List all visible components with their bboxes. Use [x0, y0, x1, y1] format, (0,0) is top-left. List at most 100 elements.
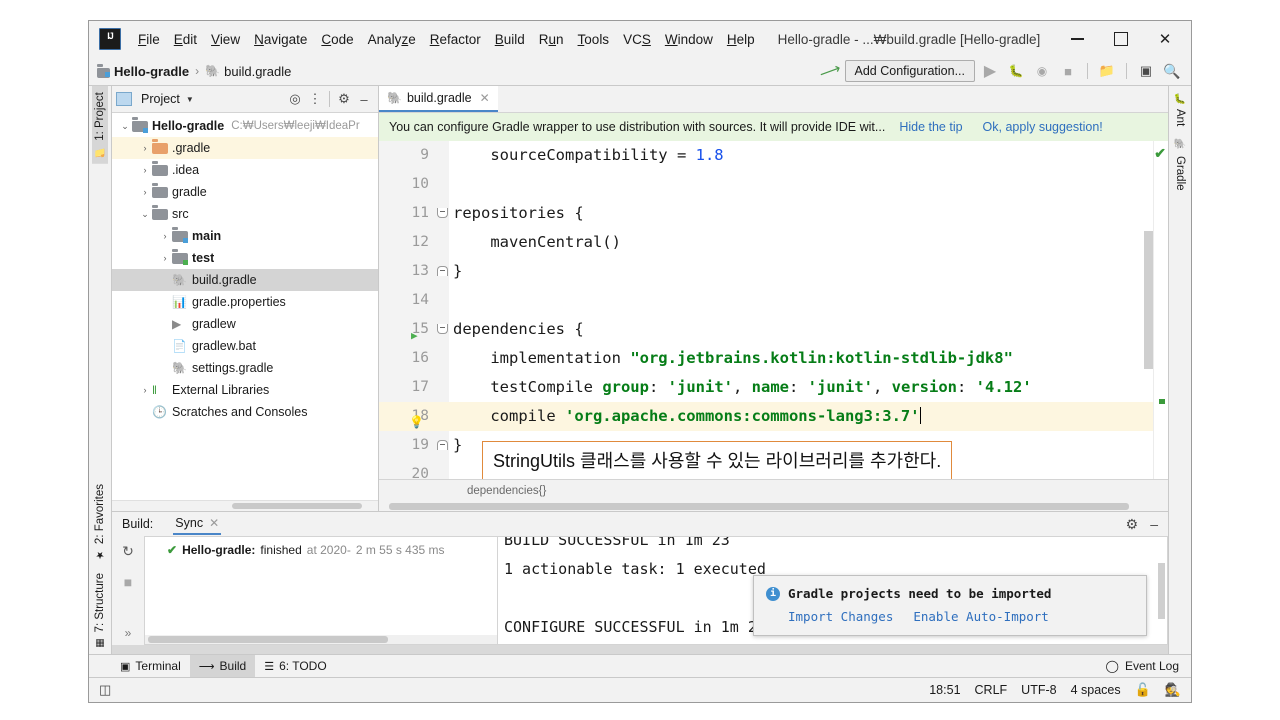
- chevron-right-icon[interactable]: ›: [138, 187, 152, 197]
- event-log-button[interactable]: ◯ Event Log: [1106, 659, 1191, 673]
- stop-icon[interactable]: ■: [124, 574, 132, 590]
- tree-node-build-gradle[interactable]: 🐘build.gradle: [112, 269, 378, 291]
- editor-breadcrumb-text[interactable]: dependencies{}: [467, 485, 546, 497]
- tree-node-gradlew-bat[interactable]: 📄gradlew.bat: [112, 335, 378, 357]
- menu-item-window[interactable]: Window: [658, 29, 720, 50]
- toggle-tool-window-icon[interactable]: ◫: [99, 682, 111, 698]
- code-line[interactable]: implementation "org.jetbrains.kotlin:kot…: [449, 344, 1153, 373]
- import-changes-link[interactable]: Import Changes: [788, 609, 893, 624]
- run-configuration-selector[interactable]: Add Configuration...: [845, 60, 976, 82]
- build-console[interactable]: BUILD SUCCESSFUL in 1m 231 actionable ta…: [497, 536, 1168, 645]
- tool-button-build[interactable]: ⟶ Build: [190, 655, 255, 677]
- menu-item-code[interactable]: Code: [314, 29, 360, 50]
- editor-vertical-scrollbar[interactable]: [1144, 231, 1153, 369]
- menu-item-view[interactable]: View: [204, 29, 247, 50]
- tree-node-gradlew[interactable]: ▶gradlew: [112, 313, 378, 335]
- settings-gear-icon[interactable]: ⚙: [334, 89, 354, 109]
- breadcrumb-file[interactable]: build.gradle: [224, 64, 291, 79]
- line-number-gutter[interactable]: 9101112131415▶161718💡1920: [379, 141, 435, 479]
- run-with-coverage-icon[interactable]: ◉: [1031, 61, 1053, 81]
- line-number[interactable]: 12: [379, 228, 435, 257]
- build-result-tree[interactable]: ✔ Hello-gradle: finished at 2020- 2 m 55…: [144, 536, 497, 645]
- build-console-footer-scrollbar[interactable]: [112, 645, 1168, 654]
- rerun-icon[interactable]: ↻: [122, 543, 134, 560]
- menu-item-analyze[interactable]: Analyze: [361, 29, 423, 50]
- project-tree[interactable]: ⌄Hello-gradleC:₩Users₩leeji₩IdeaPr›.grad…: [112, 113, 378, 500]
- tree-node-main[interactable]: ›main: [112, 225, 378, 247]
- code-viewport[interactable]: 9101112131415▶161718💡1920 sourceCompatib…: [379, 141, 1168, 479]
- tree-node-hello-gradle[interactable]: ⌄Hello-gradleC:₩Users₩leeji₩IdeaPr: [112, 115, 378, 137]
- code-line[interactable]: testCompile group: 'junit', name: 'junit…: [449, 373, 1153, 402]
- tree-node-external-libraries[interactable]: ›‖External Libraries: [112, 379, 378, 401]
- code-line[interactable]: [449, 170, 1153, 199]
- sidebar-item-ant[interactable]: 🐛 Ant: [1172, 86, 1188, 132]
- enable-auto-import-link[interactable]: Enable Auto-Import: [913, 609, 1048, 624]
- code-line[interactable]: repositories {: [449, 199, 1153, 228]
- tree-node-src[interactable]: ⌄src: [112, 203, 378, 225]
- hide-icon[interactable]: ‒: [1150, 516, 1158, 533]
- line-number[interactable]: 13: [379, 257, 435, 286]
- close-icon[interactable]: ✕: [480, 91, 490, 105]
- settings-gear-icon[interactable]: ⚙: [1126, 516, 1139, 533]
- line-number[interactable]: 18💡: [379, 402, 435, 431]
- tree-node-settings-gradle[interactable]: 🐘settings.gradle: [112, 357, 378, 379]
- line-number[interactable]: 16: [379, 344, 435, 373]
- code-line[interactable]: mavenCentral(): [449, 228, 1153, 257]
- status-encoding[interactable]: UTF-8: [1021, 683, 1056, 697]
- sidebar-item-project[interactable]: 📁 1: Project: [92, 86, 108, 164]
- chevron-right-icon[interactable]: ›: [138, 165, 152, 175]
- line-number[interactable]: 9: [379, 141, 435, 170]
- line-number[interactable]: 14: [379, 286, 435, 315]
- inspection-marker-strip[interactable]: ✔: [1153, 141, 1168, 479]
- gradle-import-notification[interactable]: i Gradle projects need to be imported Im…: [753, 575, 1147, 636]
- tree-node--idea[interactable]: ›.idea: [112, 159, 378, 181]
- code-line[interactable]: [449, 286, 1153, 315]
- fold-cell[interactable]: [435, 257, 449, 286]
- project-structure-icon[interactable]: 📁: [1096, 61, 1118, 81]
- locate-icon[interactable]: ◎: [285, 89, 305, 109]
- line-number[interactable]: 11: [379, 199, 435, 228]
- tree-node-gradle-properties[interactable]: 📊gradle.properties: [112, 291, 378, 313]
- build-hammer-icon[interactable]: ⟶: [816, 58, 844, 84]
- menu-item-navigate[interactable]: Navigate: [247, 29, 314, 50]
- apply-suggestion-link[interactable]: Ok, apply suggestion!: [983, 120, 1103, 134]
- close-button[interactable]: ✕: [1143, 23, 1187, 55]
- code-folding-column[interactable]: [435, 141, 449, 479]
- console-vertical-scrollbar[interactable]: [1158, 563, 1165, 619]
- menu-item-vcs[interactable]: VCS: [616, 29, 658, 50]
- chevron-right-icon[interactable]: ›: [158, 231, 172, 241]
- status-indent[interactable]: 4 spaces: [1071, 683, 1121, 697]
- code-line[interactable]: }: [449, 257, 1153, 286]
- maximize-button[interactable]: [1099, 23, 1143, 55]
- stop-icon[interactable]: ■: [1057, 61, 1079, 81]
- fold-cell[interactable]: [435, 199, 449, 228]
- tree-node-scratches-and-consoles[interactable]: 🕒Scratches and Consoles: [112, 401, 378, 423]
- code-text[interactable]: sourceCompatibility = 1.8 repositories {…: [449, 141, 1153, 479]
- close-icon[interactable]: ✕: [209, 516, 219, 530]
- fold-cell[interactable]: [435, 315, 449, 344]
- tree-node-test[interactable]: ›test: [112, 247, 378, 269]
- sidebar-item-favorites[interactable]: ★ 2: Favorites: [92, 478, 108, 566]
- chevron-right-icon[interactable]: ›: [158, 253, 172, 263]
- tree-node-gradle[interactable]: ›gradle: [112, 181, 378, 203]
- status-line-separator[interactable]: CRLF: [975, 683, 1008, 697]
- tool-button-todo[interactable]: ☰ 6: TODO: [255, 655, 335, 677]
- minimize-button[interactable]: [1055, 23, 1099, 55]
- build-tree-scrollbar[interactable]: [145, 635, 497, 644]
- fold-end-icon[interactable]: [437, 440, 448, 450]
- code-line[interactable]: sourceCompatibility = 1.8: [449, 141, 1153, 170]
- hide-the-tip-link[interactable]: Hide the tip: [899, 120, 962, 134]
- chevron-down-icon[interactable]: ⌄: [138, 209, 152, 220]
- chevron-right-icon[interactable]: ›: [138, 385, 152, 395]
- line-number[interactable]: 10: [379, 170, 435, 199]
- tree-node--gradle[interactable]: ›.gradle: [112, 137, 378, 159]
- menu-item-tools[interactable]: Tools: [571, 29, 617, 50]
- hide-icon[interactable]: ‒: [354, 89, 374, 109]
- fold-collapse-icon[interactable]: [437, 324, 448, 334]
- run-icon[interactable]: ▶: [979, 61, 1001, 81]
- menu-item-help[interactable]: Help: [720, 29, 762, 50]
- menu-item-build[interactable]: Build: [488, 29, 532, 50]
- menu-item-run[interactable]: Run: [532, 29, 571, 50]
- menu-item-refactor[interactable]: Refactor: [423, 29, 488, 50]
- code-line[interactable]: compile 'org.apache.commons:commons-lang…: [449, 402, 1153, 431]
